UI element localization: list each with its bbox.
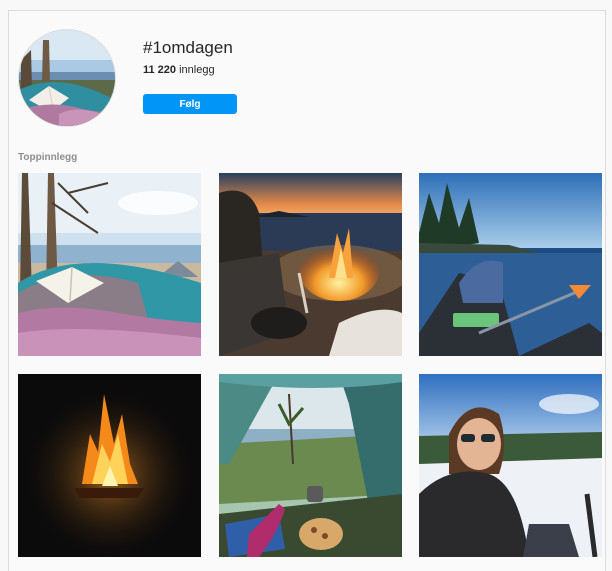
follow-button[interactable]: Følg <box>143 94 237 114</box>
post-thumbnail-tent-picnic[interactable] <box>219 374 402 557</box>
post-thumbnail-selfie-snow[interactable] <box>419 374 602 557</box>
post-thumbnail-night-fire[interactable] <box>18 374 201 557</box>
post-thumbnail-campfire-lake[interactable] <box>219 173 402 356</box>
post-thumbnail-tent-book[interactable] <box>18 173 201 356</box>
post-count-label: innlegg <box>176 64 215 76</box>
hashtag-title: #1omdagen <box>143 38 233 57</box>
top-posts-heading: Toppinnlegg <box>18 152 78 163</box>
hashtag-avatar <box>18 29 116 127</box>
post-count: 11 220 innlegg <box>143 64 215 76</box>
post-count-number: 11 220 <box>143 64 177 76</box>
post-thumbnail-kayak[interactable] <box>419 173 602 356</box>
